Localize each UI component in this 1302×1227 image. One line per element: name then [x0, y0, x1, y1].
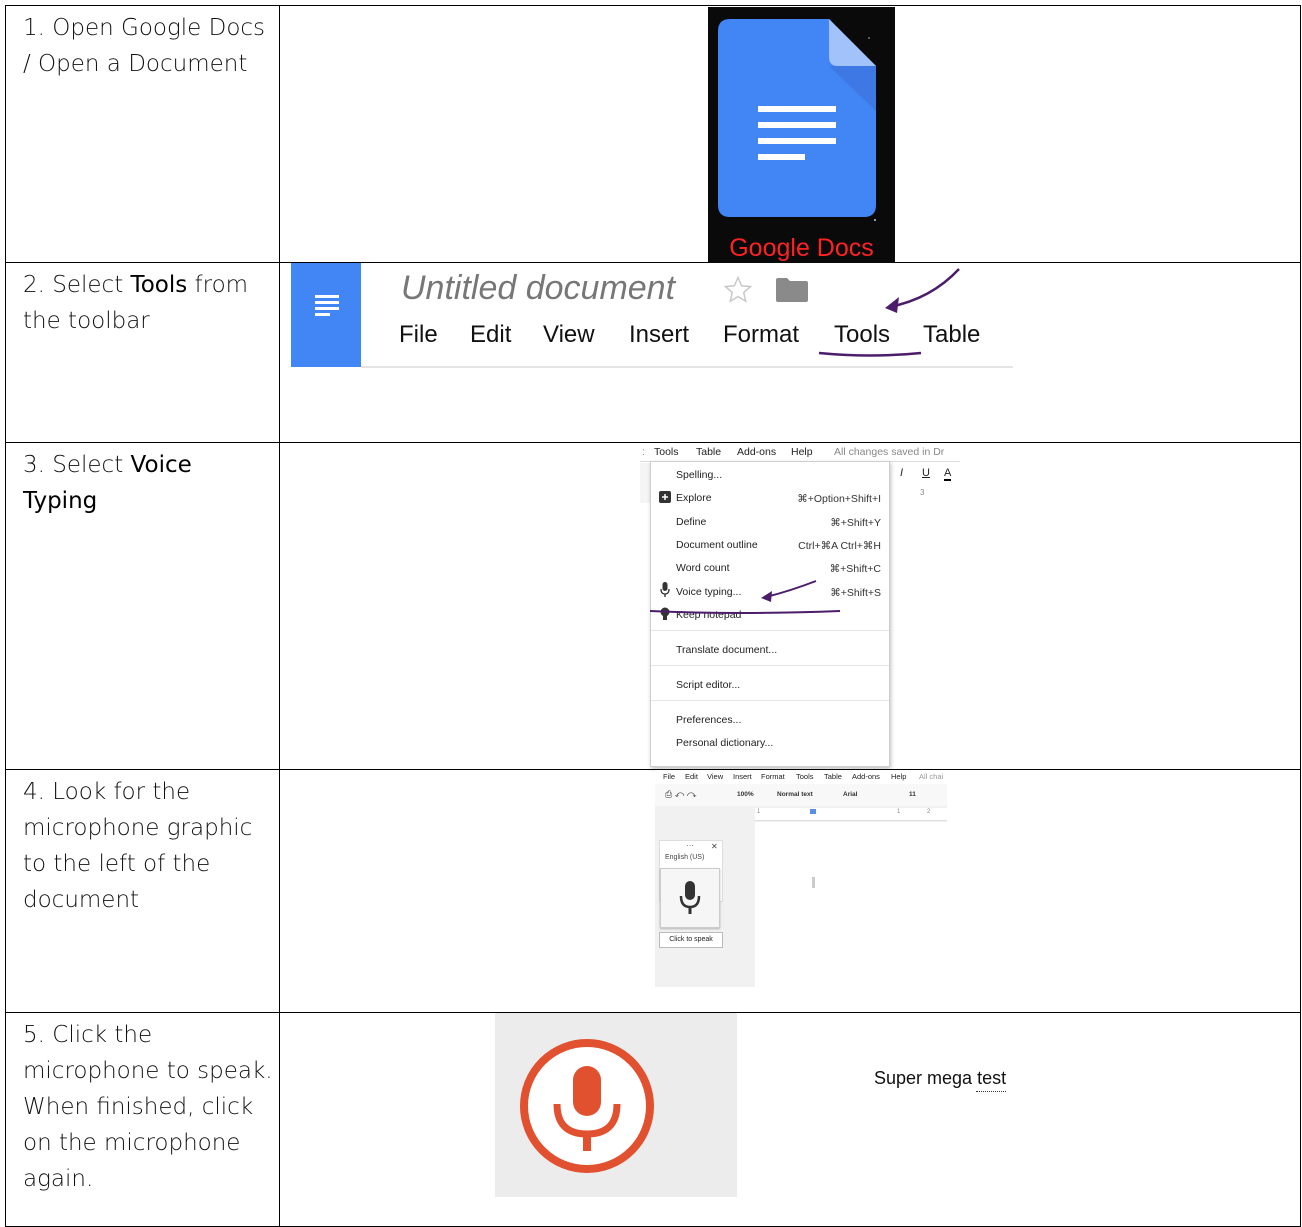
- menu-item-define[interactable]: Define: [676, 516, 706, 528]
- menubar: File Edit View Insert Format Tools Table…: [655, 770, 947, 784]
- menu-table[interactable]: Table: [824, 772, 842, 781]
- menu-tools[interactable]: Tools: [796, 772, 814, 781]
- text-color-icon[interactable]: A: [944, 467, 952, 481]
- active-mic-icon[interactable]: [517, 1036, 657, 1176]
- menu-format[interactable]: Format: [761, 772, 785, 781]
- document-title[interactable]: Untitled document: [401, 269, 675, 308]
- document-page[interactable]: [755, 822, 947, 987]
- shortcut-document-outline: Ctrl+⌘A Ctrl+⌘H: [798, 540, 881, 552]
- google-docs-logo: Google Docs: [708, 7, 895, 265]
- step-1-image-cell: Google Docs: [279, 5, 1301, 265]
- menu-format[interactable]: Format: [723, 321, 799, 349]
- active-mic-screenshot: Super mega test: [495, 1013, 1107, 1197]
- menu-item-document-outline[interactable]: Document outline: [676, 539, 758, 551]
- shortcut-define: ⌘+Shift+Y: [830, 517, 881, 529]
- ruler: 3: [920, 488, 925, 497]
- mic-icon: [679, 881, 701, 914]
- step-2-image-cell: Untitled document File Edit View Insert …: [279, 262, 1301, 443]
- spelling-underline: [976, 1091, 1006, 1092]
- step-3-text: 3. Select Voice Typing: [5, 442, 280, 770]
- shortcut-explore: ⌘+Option+Shift+I: [797, 493, 881, 505]
- voice-typing-screenshot: File Edit View Insert Format Tools Table…: [655, 770, 947, 987]
- menu-separator: [651, 630, 889, 631]
- language-select[interactable]: English (US): [665, 854, 704, 861]
- microphone-button[interactable]: [660, 868, 720, 928]
- step-4-image-cell: File Edit View Insert Format Tools Table…: [279, 769, 1301, 1013]
- ruler: 1 1 2: [755, 808, 947, 821]
- step-row-4: 4. Look for the microphone graphic to th…: [5, 769, 1301, 1013]
- menu-file[interactable]: File: [663, 772, 675, 781]
- menu-addons[interactable]: Add-ons: [737, 446, 776, 458]
- menu-separator: [651, 700, 889, 701]
- menu-table[interactable]: Table: [696, 446, 721, 458]
- folder-icon[interactable]: [775, 277, 809, 303]
- explore-icon: [659, 491, 671, 503]
- instructions-table: 1. Open Google Docs / Open a Document Go…: [5, 5, 1301, 1227]
- docs-menubar-screenshot: Untitled document File Edit View Insert …: [291, 263, 1013, 369]
- docs-app-icon: [291, 263, 361, 367]
- mic-panel: [495, 1013, 737, 1197]
- annotation-arrow-icon: [818, 268, 960, 357]
- click-to-speak-tooltip: Click to speak: [659, 932, 723, 948]
- more-icon[interactable]: ···: [686, 841, 694, 850]
- step-2-text: 2. Select Tools from the toolbar: [5, 262, 280, 443]
- menu-item-script-editor[interactable]: Script editor...: [676, 679, 740, 691]
- tools-menu-screenshot: : Tools Table Add-ons Help All changes s…: [640, 443, 960, 767]
- zoom-select[interactable]: 100%: [737, 791, 754, 798]
- step-row-1: 1. Open Google Docs / Open a Document Go…: [5, 5, 1301, 265]
- menu-item-personal-dictionary[interactable]: Personal dictionary...: [676, 737, 773, 749]
- menu-tools[interactable]: Tools: [654, 446, 679, 458]
- step-1-text: 1. Open Google Docs / Open a Document: [5, 5, 280, 263]
- google-docs-label: Google Docs: [729, 234, 874, 262]
- menu-addons[interactable]: Add-ons: [852, 772, 880, 781]
- menu-item-spelling[interactable]: Spelling...: [676, 469, 722, 481]
- italic-icon[interactable]: I: [900, 467, 903, 479]
- menu-item-explore[interactable]: Explore: [676, 492, 712, 504]
- underline-icon[interactable]: U: [922, 467, 930, 479]
- font-size-select[interactable]: 11: [909, 791, 916, 798]
- menu-separator: [651, 665, 889, 666]
- close-icon[interactable]: ✕: [711, 842, 718, 851]
- menu-view[interactable]: View: [543, 321, 595, 349]
- save-status: All chai: [919, 772, 944, 781]
- step-row-3: 3. Select Voice Typing : Tools Table Add…: [5, 442, 1301, 770]
- menu-view[interactable]: View: [707, 772, 723, 781]
- menu-insert[interactable]: Insert: [629, 321, 689, 349]
- step-4-text: 4. Look for the microphone graphic to th…: [5, 769, 280, 1013]
- menu-edit[interactable]: Edit: [685, 772, 698, 781]
- dictated-text: Super mega test: [874, 1068, 1007, 1088]
- step-5-text: 5. Click the microphone to speak. When f…: [5, 1012, 280, 1227]
- menu-help[interactable]: Help: [791, 446, 813, 458]
- menubar: : Tools Table Add-ons Help All changes s…: [640, 443, 960, 462]
- menu-item-preferences[interactable]: Preferences...: [676, 714, 741, 726]
- step-row-5: 5. Click the microphone to speak. When f…: [5, 1012, 1301, 1227]
- star-icon[interactable]: [723, 275, 753, 305]
- font-select[interactable]: Arial: [843, 791, 857, 798]
- menu-help[interactable]: Help: [891, 772, 906, 781]
- step-row-2: 2. Select Tools from the toolbar Untitle…: [5, 262, 1301, 443]
- menu-item-translate[interactable]: Translate document...: [676, 644, 777, 656]
- text-cursor: [812, 877, 815, 888]
- annotation-arrow-icon: [649, 580, 841, 614]
- toolbar: ⎙ ↶ ↷ 100% Normal text Arial 11: [655, 784, 947, 806]
- menu-edit[interactable]: Edit: [470, 321, 511, 349]
- docs-logo-icon: [718, 19, 876, 217]
- style-select[interactable]: Normal text: [777, 791, 813, 798]
- step-3-image-cell: : Tools Table Add-ons Help All changes s…: [279, 442, 1301, 770]
- format-buttons: I U A: [890, 465, 960, 483]
- step-5-image-cell: Super mega test: [279, 1012, 1301, 1227]
- menu-insert[interactable]: Insert: [733, 772, 752, 781]
- menu-file[interactable]: File: [399, 321, 438, 349]
- save-status: All changes saved in Dr: [834, 446, 945, 458]
